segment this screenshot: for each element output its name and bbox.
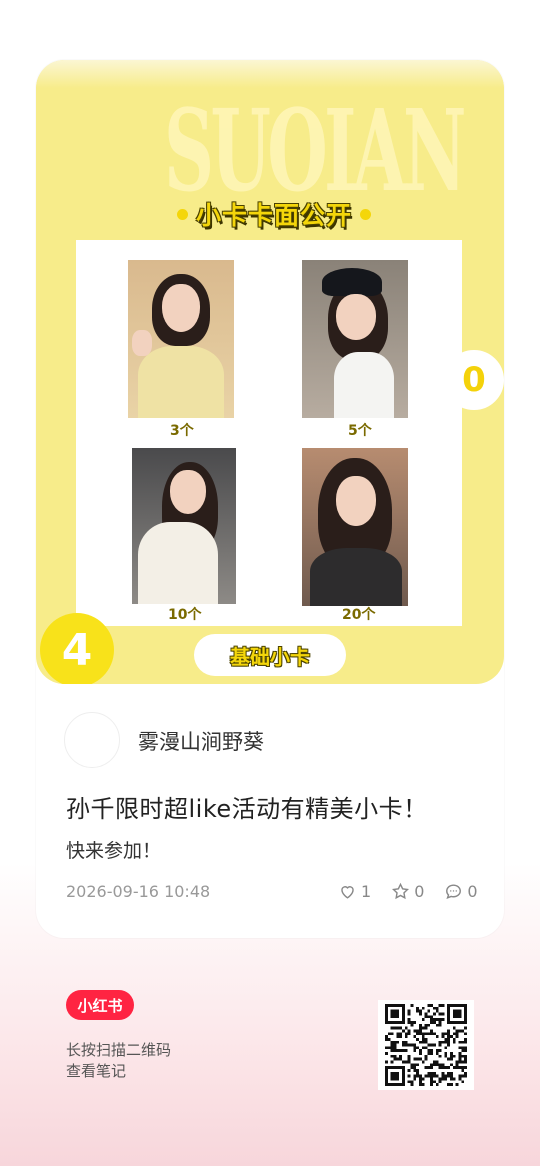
note-description: 快来参加！ bbox=[66, 840, 162, 862]
dot-icon bbox=[360, 208, 371, 220]
comment-stat[interactable]: 0 bbox=[444, 881, 478, 901]
card-photo-1 bbox=[128, 260, 234, 418]
number-badge-right-text: 0 bbox=[462, 360, 486, 400]
poster-image[interactable]: SUOIAN 小卡卡面公开 3个 5个 10个 20个 0 4 基础小卡 bbox=[36, 60, 504, 684]
poster-headline-text: 小卡卡面公开 bbox=[195, 201, 352, 230]
card-count-2: 5个 bbox=[348, 423, 372, 439]
heart-icon bbox=[341, 885, 354, 899]
card-panel: 3个 5个 10个 20个 bbox=[76, 240, 462, 626]
number-badge-right: 0 bbox=[444, 350, 504, 410]
card-photo-4 bbox=[302, 448, 408, 606]
card-count-1: 3个 bbox=[170, 423, 194, 439]
card-count-3: 10个 bbox=[168, 607, 202, 623]
collect-count: 0 bbox=[414, 881, 425, 901]
card-photo-2 bbox=[302, 260, 408, 418]
xiaohongshu-logo: 小红书 bbox=[66, 990, 134, 1020]
base-card-tag: 基础小卡 bbox=[194, 634, 346, 676]
note-card[interactable]: SUOIAN 小卡卡面公开 3个 5个 10个 20个 0 4 基础小卡 雾漫山… bbox=[36, 60, 504, 938]
note-date: 2026-09-16 10:48 bbox=[66, 882, 211, 901]
poster-fade bbox=[36, 60, 504, 88]
base-card-tag-text: 基础小卡 bbox=[230, 644, 310, 669]
poster-background-word: SUOIAN bbox=[164, 86, 466, 217]
number-badge-left: 4 bbox=[40, 613, 114, 684]
qr-code[interactable] bbox=[378, 1000, 474, 1090]
comment-count: 0 bbox=[467, 881, 478, 901]
like-stat[interactable]: 1 bbox=[338, 882, 371, 901]
avatar[interactable] bbox=[64, 712, 120, 768]
dot-icon bbox=[176, 208, 188, 220]
note-title: 孙千限时超like活动有精美小卡！ bbox=[66, 795, 428, 823]
qr-code-graphic bbox=[385, 1004, 467, 1086]
qr-hint-line2: 查看笔记 bbox=[66, 1062, 127, 1080]
number-badge-left-text: 4 bbox=[61, 624, 93, 676]
card-photo-3 bbox=[132, 448, 236, 604]
star-icon bbox=[392, 882, 410, 899]
poster-headline: 小卡卡面公开 bbox=[172, 194, 376, 234]
like-count: 1 bbox=[361, 881, 372, 901]
note-stats: 1 0 0 bbox=[338, 880, 478, 902]
qr-hint: 长按扫描二维码 查看笔记 bbox=[66, 1040, 171, 1082]
author-name[interactable]: 雾漫山涧野葵 bbox=[138, 726, 264, 756]
card-count-4: 20个 bbox=[342, 607, 376, 623]
collect-stat[interactable]: 0 bbox=[391, 882, 424, 901]
comment-icon bbox=[446, 883, 462, 899]
qr-hint-line1: 长按扫描二维码 bbox=[66, 1041, 172, 1059]
